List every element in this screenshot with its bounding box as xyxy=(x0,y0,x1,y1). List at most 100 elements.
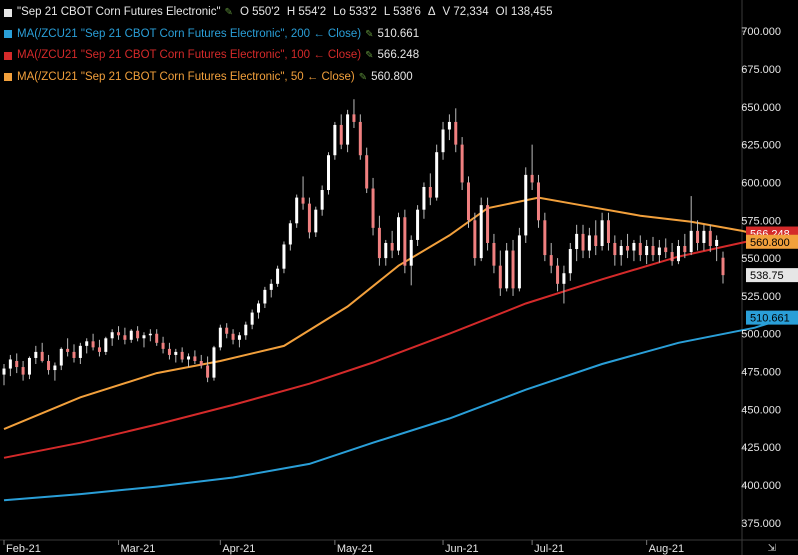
candle-body xyxy=(556,265,560,284)
candle-body xyxy=(549,255,553,266)
candle-body xyxy=(85,341,89,346)
x-tick-label: Jun-21 xyxy=(445,543,479,555)
ma-line xyxy=(3,316,787,502)
ma200-swatch xyxy=(4,30,12,39)
candle-body xyxy=(288,223,292,245)
candle-body xyxy=(78,345,82,358)
candle-body xyxy=(676,245,680,262)
price-badge-label: 510.661 xyxy=(750,313,790,325)
legend-ma200-value: 510.661 xyxy=(377,27,420,40)
candle-body xyxy=(66,348,70,352)
legend-ma100[interactable]: MA(/ZCU21 "Sep 21 CBOT Corn Futures Elec… xyxy=(4,45,560,67)
legend-delta: Δ xyxy=(427,6,436,18)
time-axis[interactable]: Feb-21 Mar-21 Apr-21 May-21 Jun-21 Jul-21 Aug-… xyxy=(3,540,684,555)
candle-body xyxy=(47,360,51,371)
candle-body xyxy=(594,235,598,246)
candle-body xyxy=(117,332,121,336)
candle-body xyxy=(454,121,458,145)
candle-body xyxy=(403,217,407,266)
legend-high: H 554'2 xyxy=(286,6,327,18)
candle-body xyxy=(155,333,159,343)
candle-body xyxy=(645,245,649,256)
candle-body xyxy=(295,197,299,224)
legend-low: Lo 533'2 xyxy=(333,6,377,18)
ma100-swatch xyxy=(4,51,12,60)
candle-body xyxy=(97,347,101,352)
candle-body xyxy=(276,268,280,284)
candle-body xyxy=(187,356,191,360)
legend-last: L 538'6 xyxy=(383,6,421,18)
legend-ma100-value: 566.248 xyxy=(377,49,420,61)
legend-main-label: "Sep 21 CBOT Corn Futures Electronic" xyxy=(17,6,221,18)
y-tick-label: 600.000 xyxy=(741,177,781,189)
ma50-swatch xyxy=(4,73,12,82)
main-swatch xyxy=(4,8,12,17)
candle-body xyxy=(193,356,197,361)
pencil-icon[interactable]: ✎ xyxy=(365,45,373,67)
pencil-icon[interactable]: ✎ xyxy=(225,2,233,24)
candle-body xyxy=(333,124,337,156)
price-badge-label: 560.800 xyxy=(750,237,790,249)
candle-body xyxy=(148,333,152,336)
candle-body xyxy=(396,217,400,251)
candle-body xyxy=(34,351,38,358)
candle-body xyxy=(161,342,165,349)
legend-open: O 550'2 xyxy=(239,6,280,18)
candle-body xyxy=(225,327,229,334)
legend-main[interactable]: "Sep 21 CBOT Corn Futures Electronic" ✎ … xyxy=(4,2,560,24)
legend-oi: OI 138,455 xyxy=(495,6,553,18)
candle-body xyxy=(59,348,63,366)
chart-legend: "Sep 21 CBOT Corn Futures Electronic" ✎ … xyxy=(4,2,560,88)
candle-body xyxy=(632,242,636,251)
candle-body xyxy=(708,230,712,246)
candle-body xyxy=(377,227,381,259)
candle-body xyxy=(505,250,509,289)
expand-icon[interactable]: ⇲ xyxy=(768,543,776,554)
candle-body xyxy=(371,188,375,228)
candle-body xyxy=(110,332,114,339)
candle-body xyxy=(657,247,661,256)
candle-body xyxy=(568,249,572,274)
candle-body xyxy=(384,242,388,259)
candle-body xyxy=(129,330,133,340)
candle-body xyxy=(358,121,362,156)
price-badge-label: 538.75 xyxy=(750,270,784,282)
candle-body xyxy=(231,333,235,340)
candle-body xyxy=(53,365,57,371)
candle-body xyxy=(244,324,248,336)
candle-body xyxy=(696,230,700,243)
x-tick-label: Mar-21 xyxy=(121,543,156,555)
candle-body xyxy=(626,245,630,251)
candle-body xyxy=(40,351,44,361)
moving-average-lines xyxy=(3,196,787,502)
candle-body xyxy=(606,220,610,243)
candle-body xyxy=(136,330,140,339)
pencil-icon[interactable]: ✎ xyxy=(359,67,367,89)
candle-body xyxy=(613,242,617,256)
legend-ma200[interactable]: MA(/ZCU21 "Sep 21 CBOT Corn Futures Elec… xyxy=(4,24,560,46)
candle-body xyxy=(416,209,420,240)
candle-body xyxy=(21,367,25,375)
candle-body xyxy=(600,220,604,246)
candle-body xyxy=(390,242,394,251)
y-tick-label: 550.000 xyxy=(741,253,781,265)
candle-body xyxy=(72,351,76,358)
x-tick-label: Jul-21 xyxy=(534,543,564,555)
candle-body xyxy=(301,197,305,204)
candle-body xyxy=(422,186,426,210)
y-tick-label: 525.000 xyxy=(741,291,781,303)
y-tick-label: 625.000 xyxy=(741,140,781,152)
legend-volume: V 72,334 xyxy=(442,6,489,18)
candle-body xyxy=(428,186,432,198)
y-tick-label: 375.000 xyxy=(741,518,781,530)
candle-body xyxy=(664,247,668,253)
legend-ma50[interactable]: MA(/ZCU21 "Sep 21 CBOT Corn Futures Elec… xyxy=(4,67,560,89)
candle-body xyxy=(104,338,108,352)
pencil-icon[interactable]: ✎ xyxy=(365,24,373,46)
y-tick-label: 400.000 xyxy=(741,480,781,492)
legend-ma50-value: 560.800 xyxy=(371,70,413,83)
candle-body xyxy=(409,239,413,266)
candle-body xyxy=(721,257,725,276)
candle-body xyxy=(237,335,241,340)
candle-body xyxy=(530,174,534,183)
